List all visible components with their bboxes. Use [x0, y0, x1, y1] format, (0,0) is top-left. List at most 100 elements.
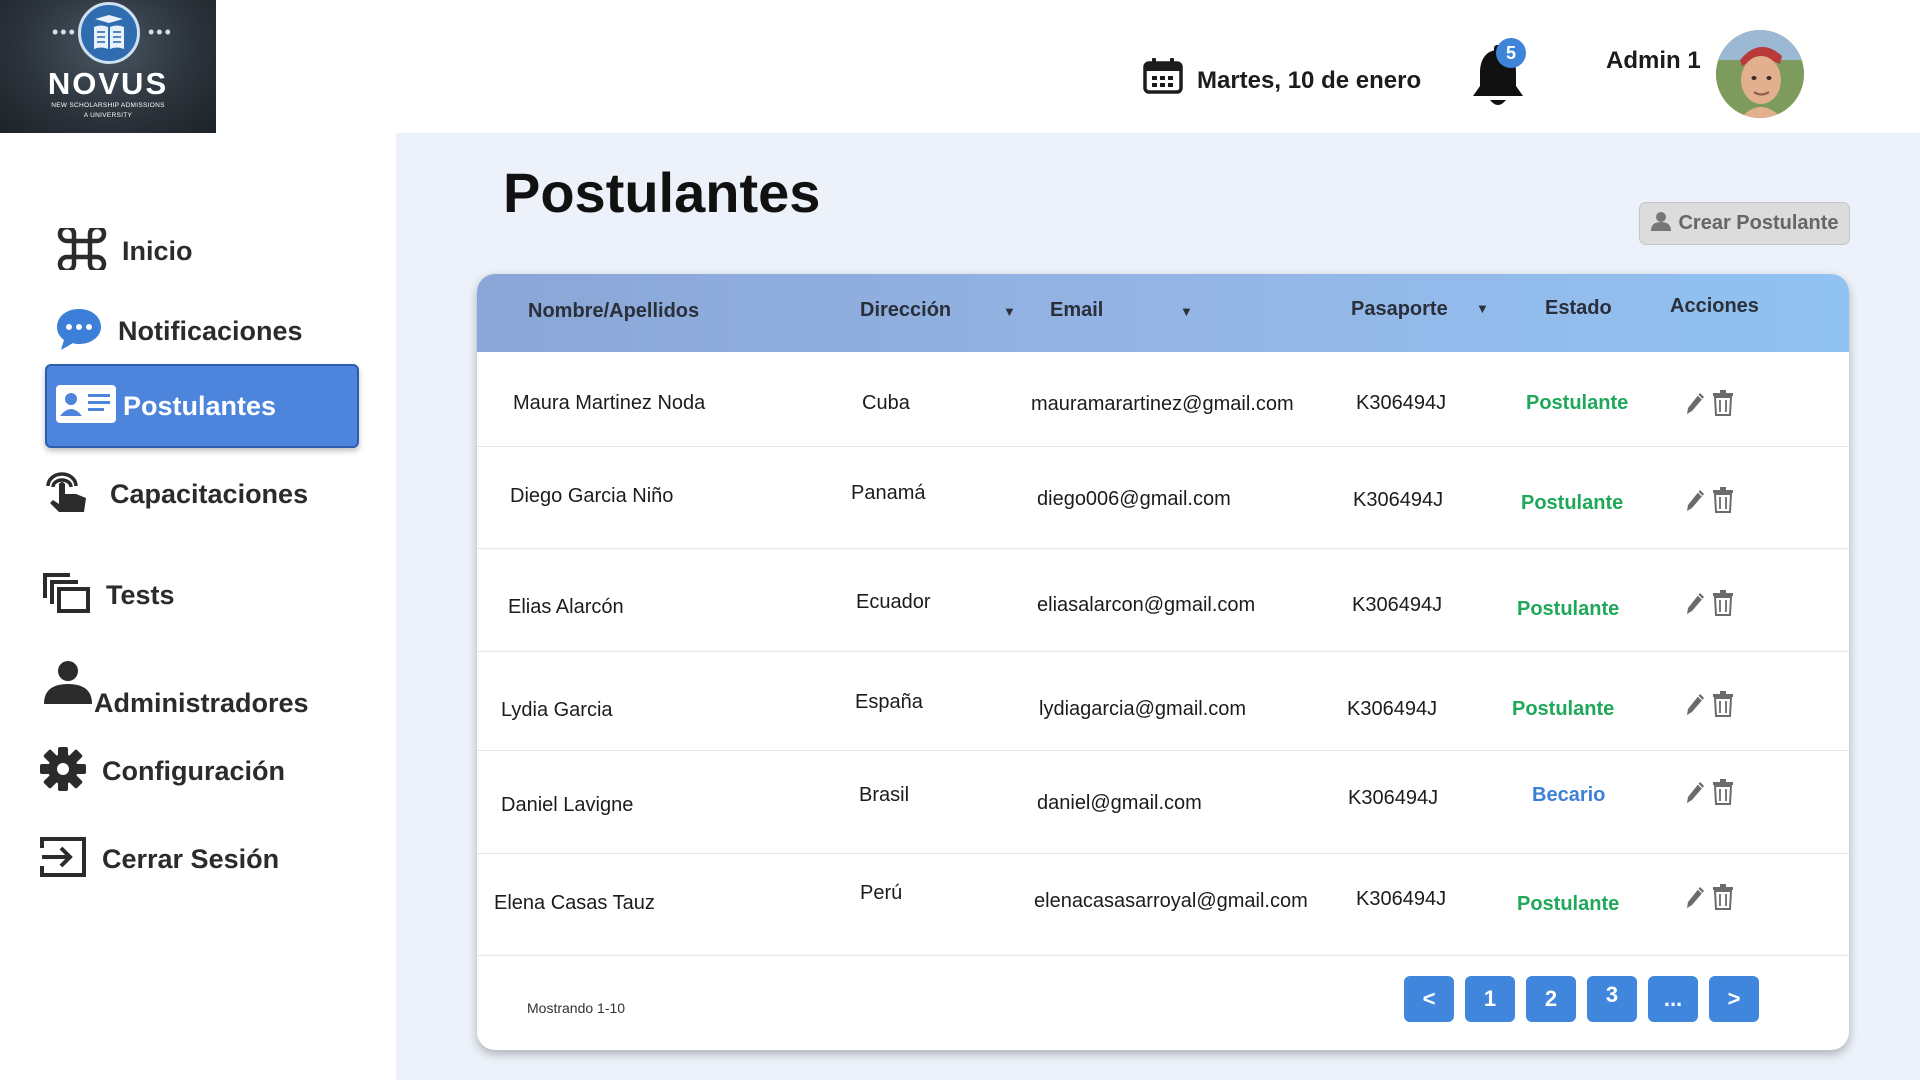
cell-passport: K306494J	[1353, 489, 1444, 511]
cell-passport: K306494J	[1356, 392, 1447, 414]
sidebar-item-postulantes[interactable]: Postulantes	[45, 364, 359, 448]
sidebar-item-label: Notificaciones	[118, 316, 303, 346]
row-divider	[477, 853, 1849, 854]
column-header-status: Estado	[1545, 297, 1612, 319]
pagination-page-2[interactable]: 2	[1526, 976, 1576, 1022]
delete-trash-icon[interactable]	[1712, 691, 1734, 722]
column-header-name[interactable]: Nombre/Apellidos	[528, 300, 699, 323]
logo-decoration: •••	[148, 22, 173, 42]
delete-trash-icon[interactable]	[1712, 590, 1734, 621]
id-card-icon	[55, 384, 117, 429]
status-badge: Postulante	[1512, 698, 1615, 720]
cell-name: Maura Martinez Noda	[513, 392, 706, 414]
sidebar-item-capacitaciones[interactable]: Capacitaciones	[42, 470, 308, 519]
app-logo: ••• ••• NOVUS NEW SCHOLARSHIP ADMISSIONS…	[0, 0, 216, 133]
delete-trash-icon[interactable]	[1712, 779, 1734, 810]
sidebar-item-configuracion[interactable]: Configuración	[38, 745, 285, 798]
delete-trash-icon[interactable]	[1712, 487, 1734, 518]
pagination-page-3[interactable]: 3	[1587, 976, 1637, 1022]
cell-passport: K306494J	[1356, 888, 1447, 910]
cell-email: daniel@gmail.com	[1037, 792, 1202, 814]
current-date: Martes, 10 de enero	[1197, 67, 1422, 94]
sidebar-item-label: Tests	[106, 580, 175, 610]
postulantes-table: Nombre/Apellidos Dirección ▼ Email ▼ Pas…	[477, 274, 1849, 1050]
cell-passport: K306494J	[1352, 594, 1443, 616]
cell-name: Elena Casas Tauz	[494, 892, 655, 914]
sidebar-item-label: Configuración	[102, 756, 285, 786]
cell-passport: K306494J	[1348, 787, 1439, 809]
create-postulante-label: Crear Postulante	[1678, 212, 1839, 234]
row-divider	[477, 750, 1849, 751]
delete-trash-icon[interactable]	[1712, 884, 1734, 915]
sidebar-item-cerrar-sesion[interactable]: Cerrar Sesión	[38, 836, 279, 883]
edit-pencil-icon[interactable]	[1686, 885, 1706, 914]
sidebar-item-tests[interactable]: Tests	[42, 572, 175, 619]
status-badge: Postulante	[1521, 492, 1624, 514]
user-name[interactable]: Admin 1	[1606, 47, 1701, 75]
logout-icon	[38, 836, 88, 883]
sidebar-item-label: Postulantes	[123, 390, 277, 421]
row-divider	[477, 651, 1849, 652]
cell-country: Ecuador	[856, 591, 931, 613]
column-header-passport[interactable]: Pasaporte	[1351, 298, 1448, 321]
pagination-summary: Mostrando 1-10	[527, 1000, 626, 1016]
delete-trash-icon[interactable]	[1712, 390, 1734, 421]
logo-brand: NOVUS	[47, 66, 169, 101]
cell-country: España	[855, 691, 923, 713]
sidebar-item-label: Inicio	[122, 236, 193, 266]
pagination-prev-button[interactable]: <	[1404, 976, 1454, 1022]
gear-icon	[38, 745, 88, 798]
user-avatar[interactable]	[1716, 30, 1804, 118]
stacked-windows-icon	[42, 572, 92, 619]
cell-country: Brasil	[859, 784, 910, 806]
cell-country: Perú	[860, 882, 903, 904]
pagination-next-button[interactable]: >	[1709, 976, 1759, 1022]
sort-address-icon[interactable]: ▼	[1003, 304, 1016, 319]
cell-passport: K306494J	[1347, 698, 1438, 720]
cell-country: Panamá	[851, 482, 926, 504]
edit-pencil-icon[interactable]	[1686, 591, 1706, 620]
row-divider	[477, 548, 1849, 549]
sidebar-item-label: Cerrar Sesión	[102, 844, 280, 874]
edit-pencil-icon[interactable]	[1686, 692, 1706, 721]
logo-decoration: •••	[52, 22, 77, 42]
page-title: Postulantes	[503, 161, 821, 224]
logo-tagline: NEW SCHOLARSHIP ADMISSIONS	[51, 102, 165, 109]
calendar-icon	[1143, 58, 1183, 99]
cell-name: Lydia Garcia	[501, 699, 613, 721]
sidebar-item-label: Administradores	[94, 688, 309, 718]
touch-icon	[42, 470, 92, 519]
command-icon	[56, 224, 108, 275]
person-icon	[42, 660, 94, 711]
column-header-actions: Acciones	[1670, 295, 1759, 317]
cell-name: Daniel Lavigne	[501, 794, 634, 816]
column-header-email[interactable]: Email	[1050, 299, 1103, 322]
edit-pencil-icon[interactable]	[1686, 488, 1706, 517]
sort-email-icon[interactable]: ▼	[1180, 304, 1193, 319]
sidebar-item-administradores[interactable]: Administradores	[42, 660, 309, 718]
create-postulante-button[interactable]: Crear Postulante	[1639, 202, 1850, 245]
row-divider	[477, 446, 1849, 447]
notifications-count-badge: 5	[1496, 38, 1526, 68]
sort-passport-icon[interactable]: ▼	[1476, 301, 1489, 316]
pagination-page-1[interactable]: 1	[1465, 976, 1515, 1022]
status-badge: Becario	[1532, 784, 1606, 806]
sidebar-item-label: Capacitaciones	[110, 479, 309, 509]
cell-email: elenacasasarroyal@gmail.com	[1034, 890, 1308, 912]
edit-pencil-icon[interactable]	[1686, 391, 1706, 420]
book-emblem-icon	[78, 2, 140, 64]
cell-email: mauramarartinez@gmail.com	[1031, 393, 1294, 415]
logo-tagline-sub: A UNIVERSITY	[83, 112, 133, 119]
sidebar-item-inicio[interactable]: Inicio	[56, 224, 193, 275]
cell-name: Diego Garcia Niño	[510, 485, 674, 507]
edit-pencil-icon[interactable]	[1686, 780, 1706, 809]
sidebar-item-notificaciones[interactable]: Notificaciones	[54, 306, 303, 357]
column-header-address[interactable]: Dirección	[860, 299, 951, 322]
cell-email: diego006@gmail.com	[1037, 488, 1231, 510]
status-badge: Postulante	[1526, 392, 1629, 414]
add-user-icon	[1650, 211, 1672, 237]
table-header: Nombre/Apellidos Dirección ▼ Email ▼ Pas…	[477, 274, 1849, 352]
status-badge: Postulante	[1517, 893, 1620, 915]
cell-name: Elias Alarcón	[508, 596, 624, 618]
pagination-more[interactable]: ...	[1648, 976, 1698, 1022]
